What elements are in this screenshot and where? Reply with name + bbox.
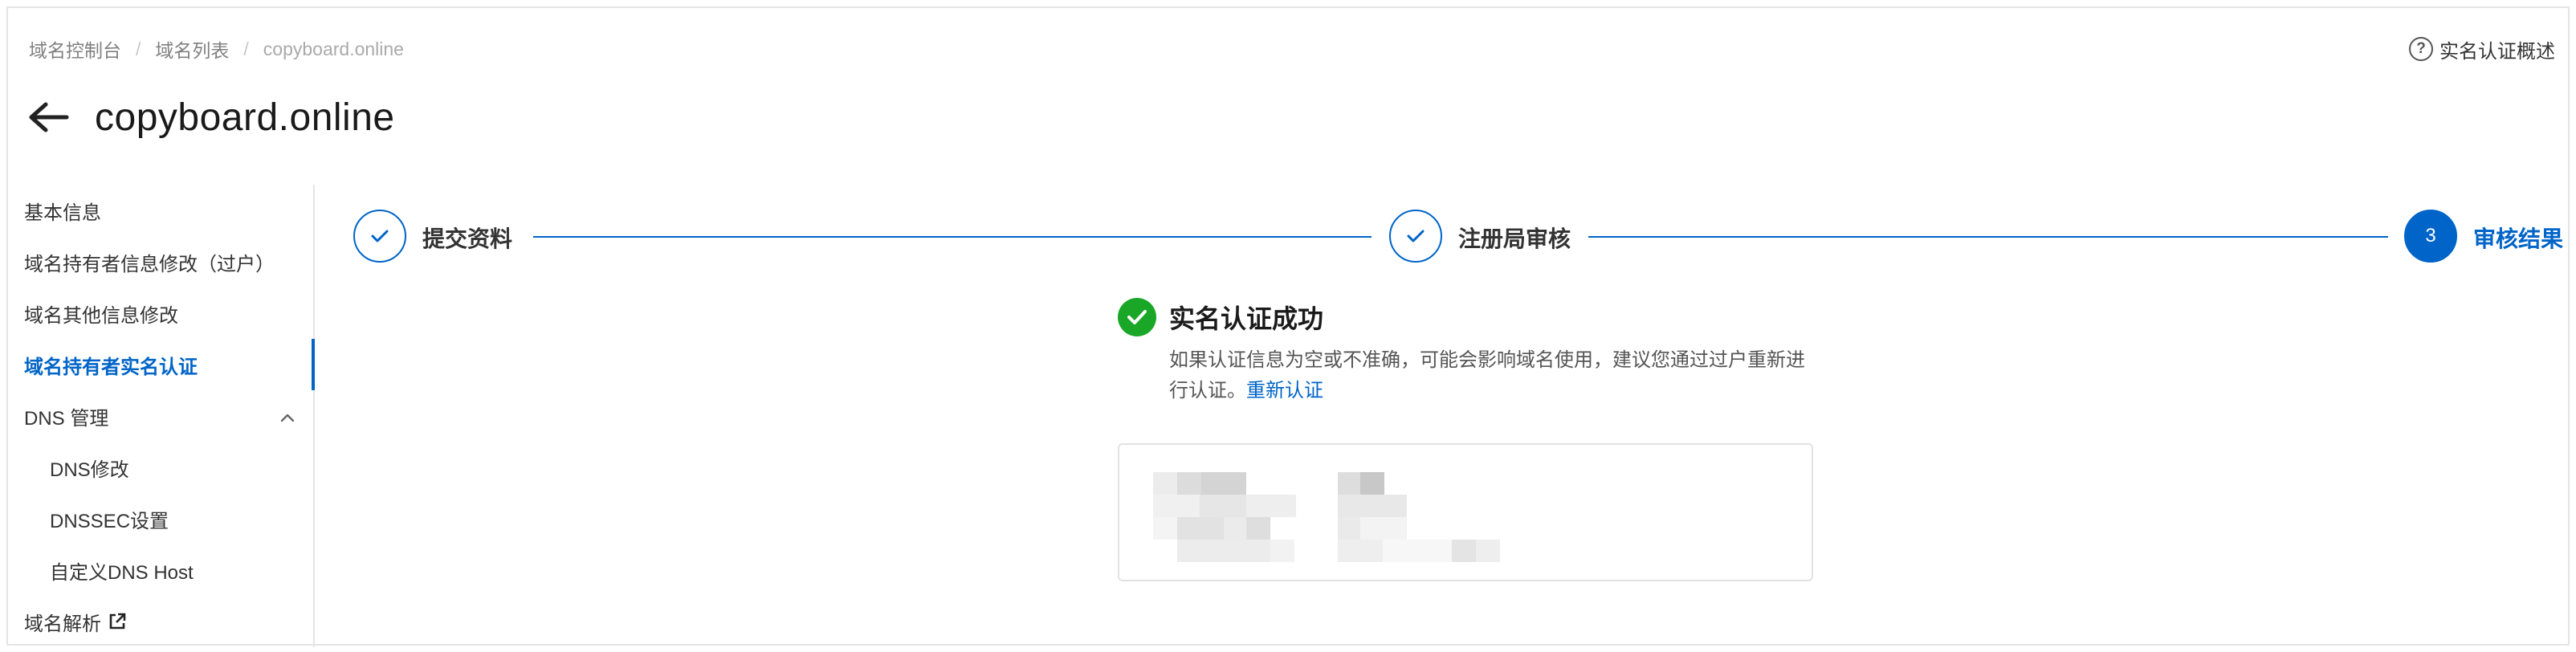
step-1-check-icon — [353, 210, 406, 263]
step-3-label: 审核结果 — [2473, 226, 2564, 251]
blur-block — [1270, 540, 1294, 562]
sidebar-item-basic-info[interactable]: 基本信息 — [8, 185, 313, 236]
breadcrumb-separator: / — [136, 38, 141, 59]
sidebar-item-dns-management[interactable]: DNS 管理 — [8, 390, 313, 442]
sidebar-item-dns-resolution[interactable]: 域名解析 — [8, 596, 313, 647]
help-label: 实名认证概述 — [2439, 40, 2555, 63]
sidebar-item-label: 域名持有者实名认证 — [24, 356, 198, 378]
blur-block — [1177, 517, 1224, 540]
blur-block — [1246, 517, 1270, 540]
blur-block — [1153, 495, 1200, 517]
sidebar-item-label: 基本信息 — [24, 202, 101, 224]
chevron-up-icon — [279, 406, 296, 429]
blur-block — [1338, 540, 1383, 562]
result-description: 如果认证信息为空或不准确，可能会影响域名使用，建议您通过过户重新进行认证。重新认… — [1169, 345, 1812, 406]
blur-block — [1452, 540, 1476, 562]
breadcrumb-domain-list[interactable]: 域名列表 — [155, 35, 229, 63]
back-arrow-icon[interactable] — [27, 96, 71, 139]
blur-block — [1338, 495, 1407, 517]
help-link[interactable]: ? 实名认证概述 — [2409, 35, 2555, 63]
step-3-number: 3 — [2404, 210, 2457, 263]
blur-block — [1177, 472, 1201, 495]
sidebar-item-label: DNSSEC设置 — [50, 510, 169, 532]
progress-steps: 提交资料 注册局审核 3 审核结果 — [353, 204, 2570, 268]
sidebar-item-label: 域名解析 — [24, 613, 101, 635]
question-circle-icon: ? — [2409, 37, 2433, 61]
breadcrumb: 域名控制台 / 域名列表 / copyboard.online — [29, 35, 404, 63]
result-title: 实名认证成功 — [1169, 304, 1324, 333]
sidebar-item-holder-transfer[interactable]: 域名持有者信息修改（过户） — [8, 236, 313, 287]
success-check-icon — [1118, 298, 1156, 336]
blur-block — [1200, 495, 1246, 517]
breadcrumb-separator: / — [243, 38, 249, 59]
sidebar-item-label: 域名持有者信息修改（过户） — [24, 253, 275, 275]
blur-block — [1224, 517, 1246, 540]
step-2-label: 注册局审核 — [1458, 226, 1571, 251]
reauth-link[interactable]: 重新认证 — [1246, 380, 1323, 401]
breadcrumb-current-domain: copyboard.online — [263, 38, 404, 59]
step-2-check-icon — [1389, 210, 1442, 263]
step-1-label: 提交资料 — [422, 226, 513, 251]
step-connector-line — [1588, 236, 2388, 238]
blur-block — [1360, 472, 1384, 495]
blur-block — [1383, 540, 1452, 562]
sidebar-item-dnssec[interactable]: DNSSEC设置 — [8, 493, 313, 544]
title-row: copyboard.online — [27, 92, 395, 143]
blur-block — [1730, 445, 1812, 448]
result-header: 实名认证成功 — [1118, 297, 1323, 337]
sidebar-item-label: DNS 管理 — [24, 407, 109, 430]
holder-info-card-blurred — [1118, 443, 1813, 581]
sidebar-item-label: DNS修改 — [50, 458, 129, 481]
blur-block — [1476, 540, 1500, 562]
page-frame: 域名控制台 / 域名列表 / copyboard.online ? 实名认证概述… — [6, 6, 2570, 647]
breadcrumb-domain-console[interactable]: 域名控制台 — [29, 35, 121, 63]
blur-block — [1338, 472, 1360, 495]
sidebar-item-other-info[interactable]: 域名其他信息修改 — [8, 287, 313, 339]
blur-block — [1338, 517, 1360, 540]
blur-block — [1201, 472, 1246, 495]
external-link-icon — [108, 612, 127, 631]
sidebar: 基本信息 域名持有者信息修改（过户） 域名其他信息修改 域名持有者实名认证 DN… — [8, 185, 315, 647]
blur-block — [1177, 540, 1270, 562]
blur-block — [1153, 472, 1177, 495]
blur-block — [1153, 517, 1177, 540]
page-title: copyboard.online — [95, 96, 395, 139]
sidebar-item-dns-modify[interactable]: DNS修改 — [8, 442, 313, 493]
sidebar-item-label: 域名其他信息修改 — [24, 304, 178, 327]
sidebar-item-custom-dns-host[interactable]: 自定义DNS Host — [8, 544, 313, 596]
sidebar-item-real-name-auth[interactable]: 域名持有者实名认证 — [8, 339, 315, 390]
sidebar-item-label: 自定义DNS Host — [50, 561, 194, 584]
blur-block — [1360, 517, 1407, 540]
blur-block — [1246, 495, 1296, 517]
step-connector-line — [533, 236, 1372, 238]
